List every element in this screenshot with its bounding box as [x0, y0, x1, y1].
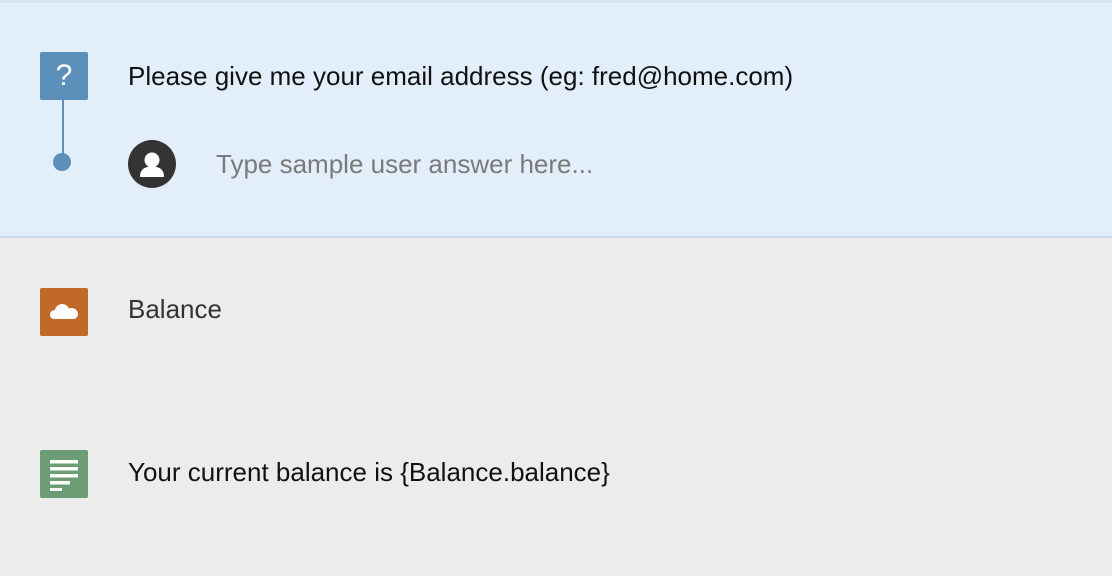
- question-step[interactable]: ? Please give me your email address (eg:…: [0, 3, 1112, 238]
- question-text[interactable]: Please give me your email address (eg: f…: [128, 61, 793, 92]
- step-connector-line: [62, 100, 64, 160]
- step-connector-dot: [53, 153, 71, 171]
- question-icon: ?: [40, 52, 88, 100]
- sample-answer-input[interactable]: [214, 144, 978, 184]
- cloud-icon: [40, 288, 88, 336]
- text-lines-icon: [40, 450, 88, 498]
- user-avatar-icon: [128, 140, 176, 188]
- text-step-content[interactable]: Your current balance is {Balance.balance…: [128, 457, 610, 488]
- api-step-label[interactable]: Balance: [128, 294, 222, 325]
